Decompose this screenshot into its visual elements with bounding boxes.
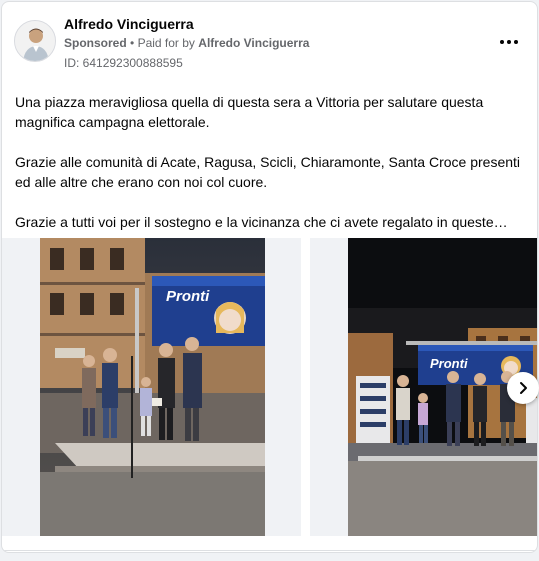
sponsored-label: Sponsored [64, 36, 127, 50]
carousel-next-button[interactable] [507, 372, 539, 404]
chevron-right-icon [520, 382, 527, 394]
avatar[interactable] [14, 20, 56, 62]
paid-for-name: Alfredo Vinciguerra [198, 36, 310, 50]
profile-photo [15, 21, 55, 61]
sponsored-meta: Sponsored • Paid for by Alfredo Vincigue… [64, 36, 309, 50]
post-paragraph: Grazie alle comunità di Acate, Ragusa, S… [15, 154, 521, 190]
ad-id: ID: 641292300888595 [64, 56, 183, 70]
more-options-icon [500, 40, 518, 44]
meta-separator: • [130, 36, 135, 50]
post-paragraph: Una piazza meravigliosa quella di questa… [15, 94, 484, 130]
divider [2, 550, 537, 551]
more-options-button[interactable] [497, 30, 521, 54]
author-name[interactable]: Alfredo Vinciguerra [64, 16, 194, 32]
image-carousel: Pronti Pronti [2, 238, 537, 540]
carousel-slide[interactable]: Pronti [310, 238, 537, 536]
ad-post-card: Alfredo Vinciguerra Sponsored • Paid for… [1, 1, 538, 553]
post-text: Una piazza meravigliosa quella di questa… [15, 92, 525, 252]
paid-for-prefix: Paid for by [137, 36, 195, 50]
carousel-slide[interactable]: Pronti [2, 238, 301, 536]
banner-text: Pronti [430, 356, 468, 371]
carousel-photo: Pronti [40, 238, 265, 536]
banner-text: Pronti [166, 288, 210, 305]
post-paragraph: Grazie a tutti voi per il sostegno e la … [15, 214, 508, 230]
